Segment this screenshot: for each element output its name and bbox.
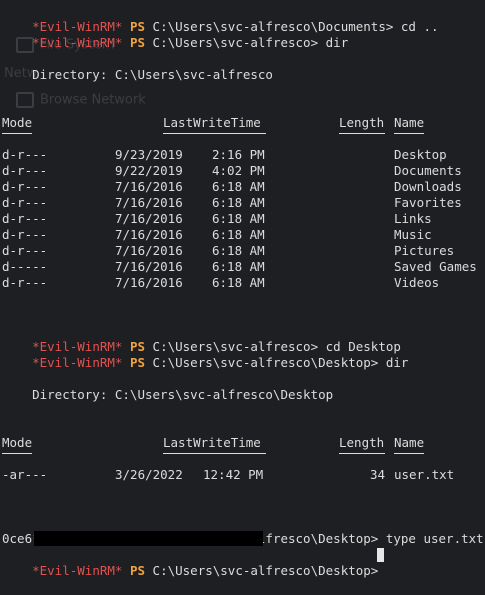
mode-cell: d-r--- xyxy=(2,147,48,162)
header-length: Length xyxy=(339,115,385,130)
time-cell: 2:16 PM xyxy=(212,147,265,162)
name-cell: Music xyxy=(394,227,432,242)
header-underline xyxy=(163,133,266,134)
command-line: *Evil-WinRM* PS C:\Users\svc-alfresco\De… xyxy=(2,547,378,578)
prompt-tag: *Evil-WinRM* xyxy=(32,563,123,578)
date-cell: 9/23/2019 xyxy=(115,147,183,162)
header-name: Name xyxy=(394,435,425,450)
header-underline xyxy=(394,453,424,454)
command-text: C:\Users\svc-alfresco> dir xyxy=(152,35,349,50)
date-cell: 7/16/2016 xyxy=(115,243,183,258)
time-cell: 6:18 AM xyxy=(212,259,265,274)
header-length: Length xyxy=(339,435,385,450)
time-cell: 6:18 AM xyxy=(212,179,265,194)
ps-tag: PS xyxy=(129,355,146,370)
date-cell: 7/16/2016 xyxy=(115,275,183,290)
mode-cell: d-r--- xyxy=(2,179,48,194)
header-underline xyxy=(163,453,266,454)
command-line: *Evil-WinRM* PS C:\Users\svc-alfresco\Do… xyxy=(2,3,438,34)
mode-cell: d-r--- xyxy=(2,275,48,290)
header-underline xyxy=(2,453,32,454)
ghost-browse-network-label: Browse Network xyxy=(40,92,146,108)
ps-tag: PS xyxy=(129,35,146,50)
command-text: C:\Users\svc-alfresco\Desktop> dir xyxy=(152,355,409,370)
mode-cell: d-r--- xyxy=(2,243,48,258)
header-underline xyxy=(394,133,424,134)
header-last-write-time: LastWriteTime xyxy=(163,115,261,130)
name-cell: Pictures xyxy=(394,243,455,258)
time-cell: 12:42 PM xyxy=(203,467,264,482)
date-cell: 7/16/2016 xyxy=(115,259,183,274)
mode-cell: d----- xyxy=(2,259,48,274)
date-cell: 9/22/2019 xyxy=(115,163,183,178)
command-line: *Evil-WinRM* PS C:\Users\svc-alfresco> d… xyxy=(2,19,348,50)
prompt-tag: *Evil-WinRM* xyxy=(32,355,123,370)
time-cell: 4:02 PM xyxy=(212,163,265,178)
time-cell: 6:18 AM xyxy=(212,227,265,242)
length-cell: 34 xyxy=(370,467,386,482)
directory-heading: Directory: C:\Users\svc-alfresco\Desktop xyxy=(2,387,334,402)
prompt-tag: *Evil-WinRM* xyxy=(32,35,123,50)
name-cell: Downloads xyxy=(394,179,462,194)
date-cell: 3/26/2022 xyxy=(115,467,183,482)
header-mode: Mode xyxy=(2,435,33,450)
command-line: *Evil-WinRM* PS C:\Users\svc-alfresco> c… xyxy=(2,323,401,354)
header-last-write-time: LastWriteTime xyxy=(163,435,261,450)
mode-cell: d-r--- xyxy=(2,163,48,178)
flag-output: 0ce6 xyxy=(2,531,33,546)
name-cell: Links xyxy=(394,211,432,226)
command-line: *Evil-WinRM* PS C:\Users\svc-alfresco\De… xyxy=(2,515,484,546)
header-underline xyxy=(2,133,32,134)
mode-cell: -ar--- xyxy=(2,467,48,482)
date-cell: 7/16/2016 xyxy=(115,179,183,194)
time-cell: 6:18 AM xyxy=(212,275,265,290)
header-name: Name xyxy=(394,115,425,130)
terminal-cursor[interactable] xyxy=(377,548,384,562)
time-cell: 6:18 AM xyxy=(212,243,265,258)
name-cell: user.txt xyxy=(394,467,455,482)
ps-tag: PS xyxy=(129,563,146,578)
mode-cell: d-r--- xyxy=(2,195,48,210)
mode-cell: d-r--- xyxy=(2,227,48,242)
header-underline xyxy=(339,453,385,454)
date-cell: 7/16/2016 xyxy=(115,195,183,210)
directory-heading: Directory: C:\Users\svc-alfresco xyxy=(2,67,273,82)
time-cell: 6:18 AM xyxy=(212,211,265,226)
name-cell: Favorites xyxy=(394,195,462,210)
network-icon xyxy=(16,92,34,108)
command-text: C:\Users\svc-alfresco\Desktop> xyxy=(152,563,379,578)
name-cell: Saved Games xyxy=(394,259,477,274)
mode-cell: d-r--- xyxy=(2,211,48,226)
command-line: *Evil-WinRM* PS C:\Users\svc-alfresco\De… xyxy=(2,339,408,370)
name-cell: Documents xyxy=(394,163,462,178)
redaction-bar xyxy=(34,531,263,546)
ghost-browse-network: Browse Network xyxy=(16,92,146,108)
name-cell: Desktop xyxy=(394,147,447,162)
name-cell: Videos xyxy=(394,275,440,290)
date-cell: 7/16/2016 xyxy=(115,211,183,226)
header-underline xyxy=(339,133,385,134)
header-mode: Mode xyxy=(2,115,33,130)
date-cell: 7/16/2016 xyxy=(115,227,183,242)
time-cell: 6:18 AM xyxy=(212,195,265,210)
